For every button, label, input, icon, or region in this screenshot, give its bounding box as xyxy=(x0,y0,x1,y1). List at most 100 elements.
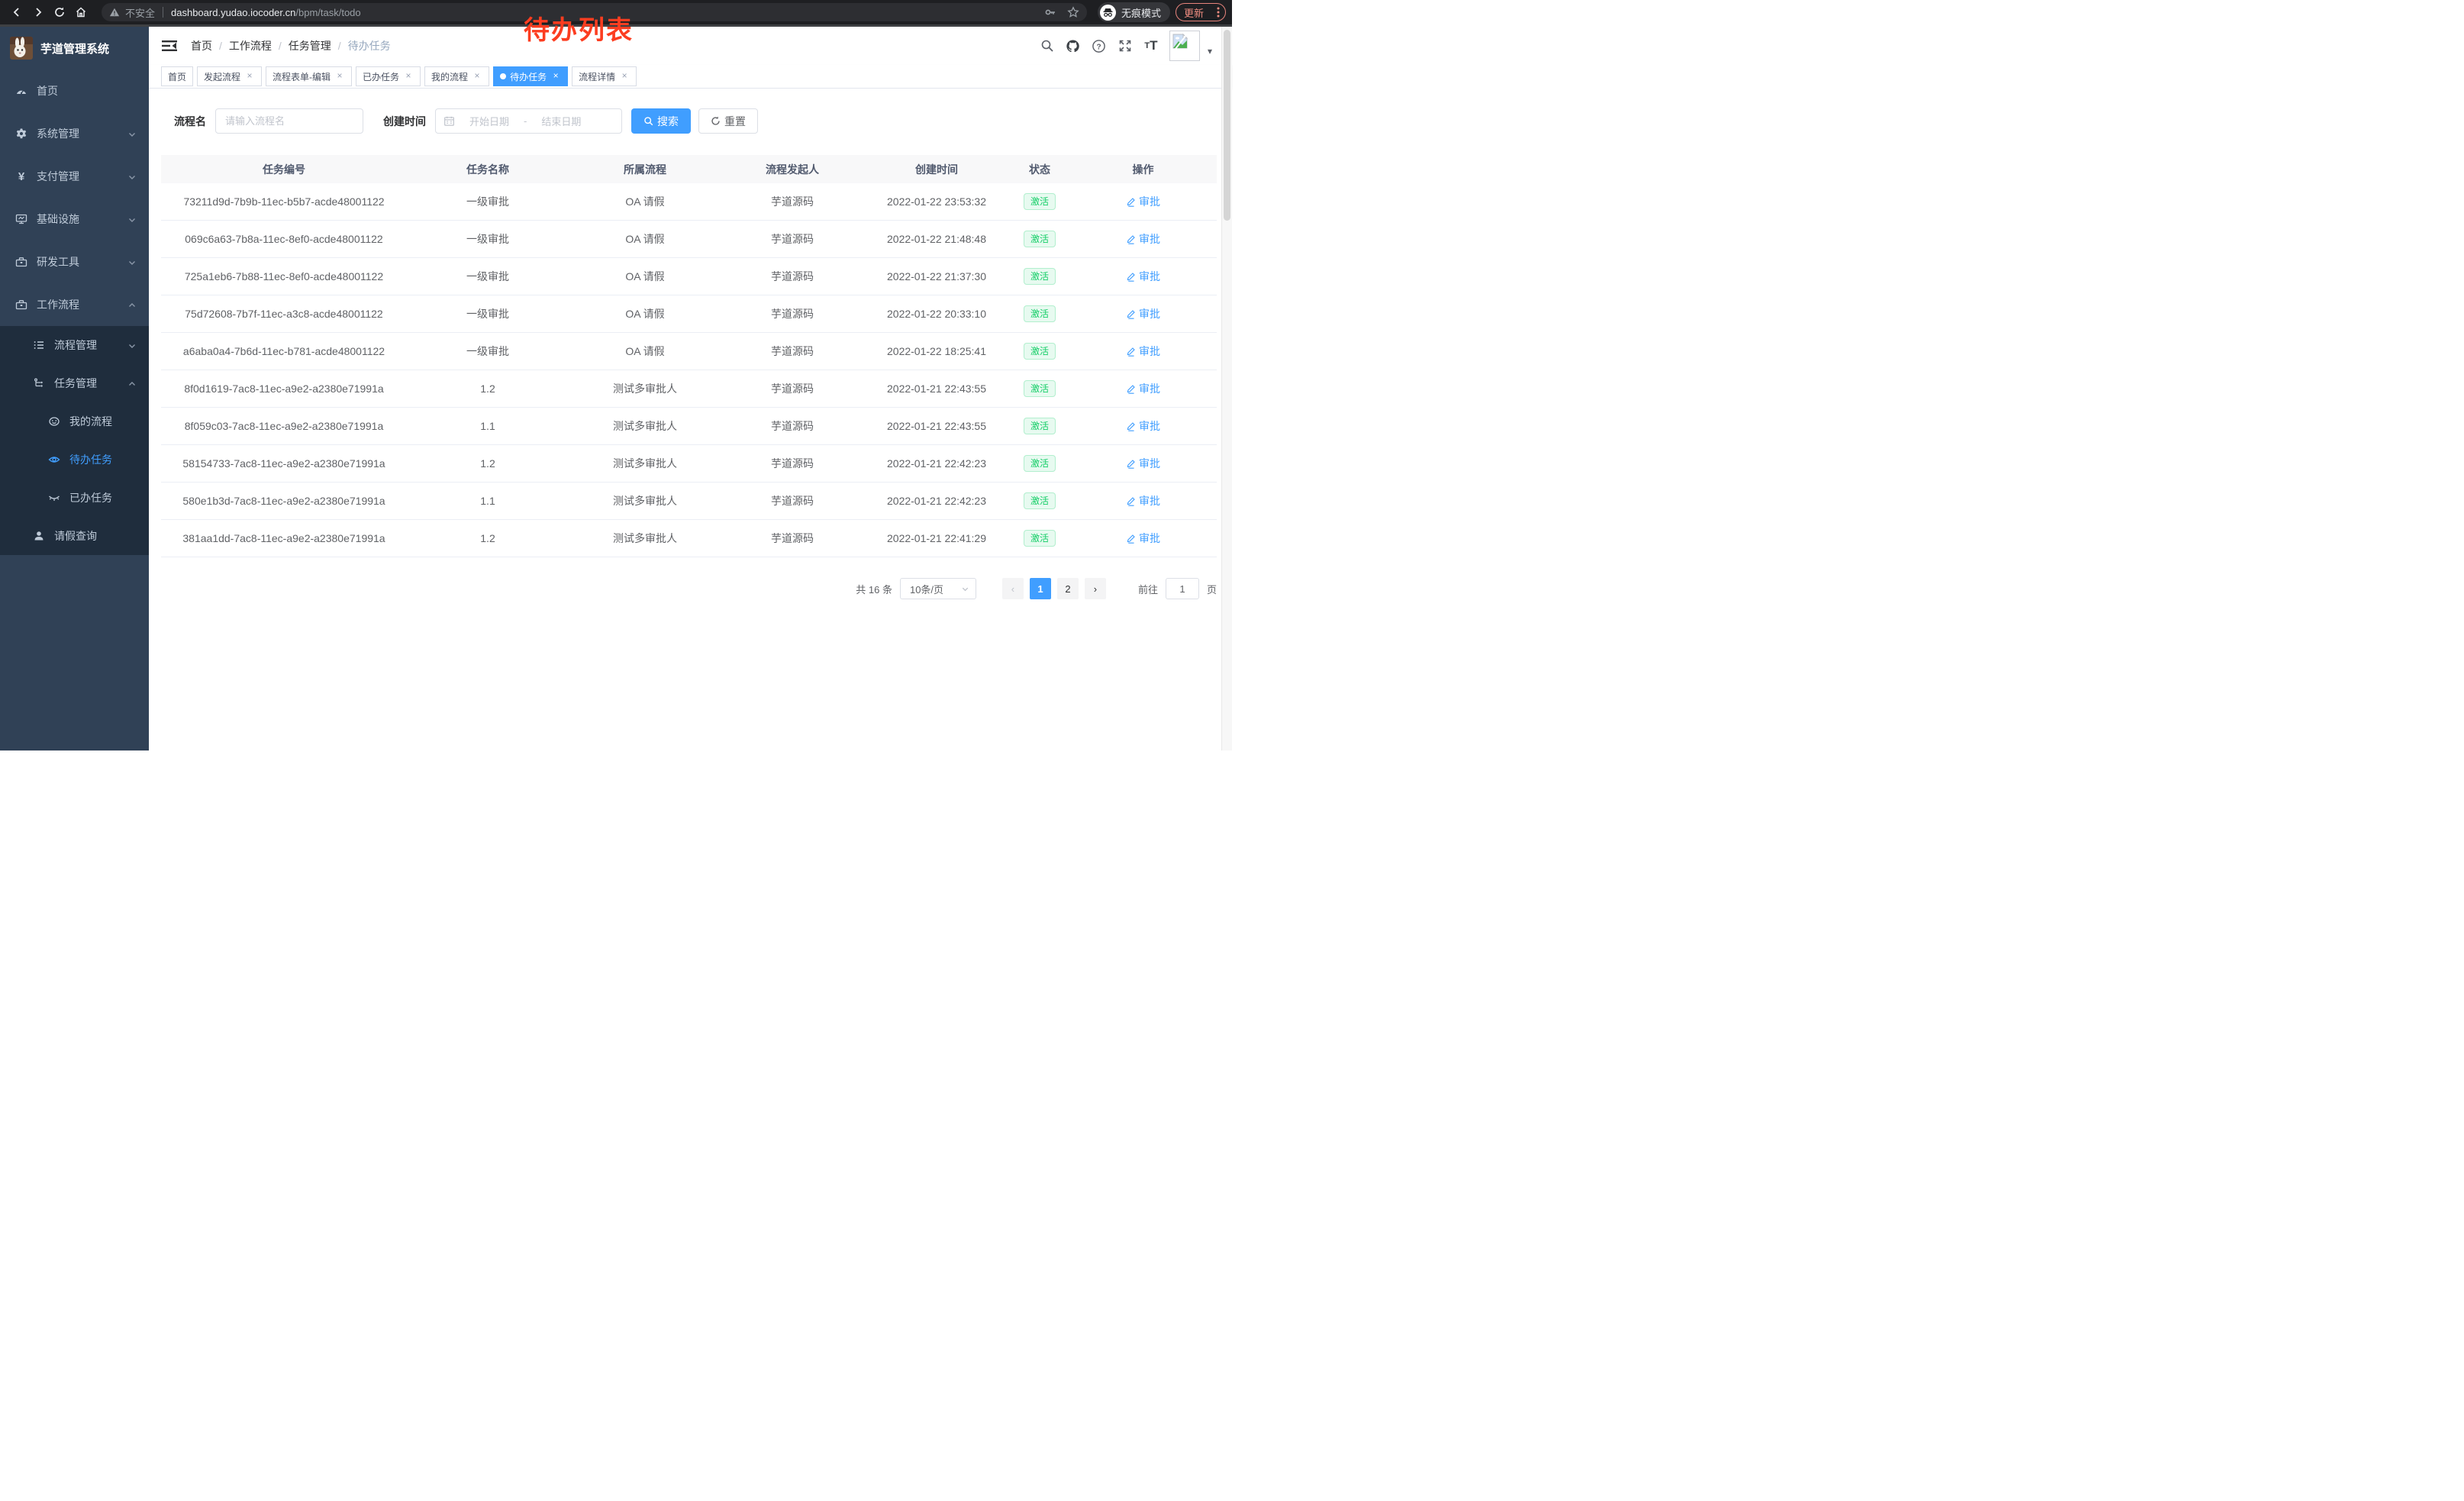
sidebar-item-system[interactable]: 系统管理 xyxy=(0,112,149,155)
broken-image-icon xyxy=(1172,33,1188,50)
breadcrumb-task-management[interactable]: 任务管理 xyxy=(289,38,331,53)
sidebar-item-leave-query[interactable]: 请假查询 xyxy=(0,517,149,555)
approve-link[interactable]: 审批 xyxy=(1126,381,1160,396)
status-cell: 激活 xyxy=(1010,483,1069,519)
search-button[interactable]: 搜索 xyxy=(631,108,691,134)
sidebar-item-task-management[interactable]: 任务管理 xyxy=(0,364,149,402)
approve-link[interactable]: 审批 xyxy=(1126,194,1160,209)
table-row: 069c6a63-7b8a-11ec-8ef0-acde48001122 一级审… xyxy=(161,221,1217,258)
tab[interactable]: 我的流程 × xyxy=(424,66,489,86)
starter-cell: 芋道源码 xyxy=(721,183,863,220)
goto-page-input[interactable] xyxy=(1166,578,1199,599)
close-icon[interactable]: × xyxy=(403,71,414,82)
status-cell: 激活 xyxy=(1010,370,1069,407)
table-row: a6aba0a4-7b6d-11ec-b781-acde48001122 一级审… xyxy=(161,333,1217,370)
process-name-input[interactable] xyxy=(215,108,363,134)
security-label: 不安全 xyxy=(125,5,155,20)
browser-home-button[interactable] xyxy=(70,2,92,23)
status-cell: 激活 xyxy=(1010,295,1069,332)
tab[interactable]: 待办任务 × xyxy=(493,66,568,86)
approve-link[interactable]: 审批 xyxy=(1126,231,1160,247)
close-icon[interactable]: × xyxy=(472,71,482,82)
sidebar-item-done-tasks[interactable]: 已办任务 xyxy=(0,479,149,517)
approve-link[interactable]: 审批 xyxy=(1126,456,1160,471)
approve-link[interactable]: 审批 xyxy=(1126,269,1160,284)
chevron-down-icon xyxy=(127,257,137,270)
tab[interactable]: 发起流程 × xyxy=(197,66,262,86)
date-range-picker[interactable]: 开始日期 - 结束日期 xyxy=(435,108,622,134)
approve-link[interactable]: 审批 xyxy=(1126,493,1160,508)
sidebar-item-infrastructure[interactable]: 基础设施 xyxy=(0,198,149,240)
tab[interactable]: 首页 xyxy=(161,66,193,86)
status-badge: 激活 xyxy=(1024,455,1056,472)
bookmark-star-icon[interactable] xyxy=(1067,6,1079,18)
fullscreen-icon[interactable] xyxy=(1118,38,1133,53)
col-header-create-time: 创建时间 xyxy=(863,155,1010,183)
scrollbar-thumb[interactable] xyxy=(1224,30,1230,221)
page-button[interactable]: 2 xyxy=(1057,578,1079,599)
browser-menu-icon[interactable] xyxy=(1217,6,1220,18)
table-row: 8f059c03-7ac8-11ec-a9e2-a2380e71991a 1.1… xyxy=(161,408,1217,445)
help-icon[interactable]: ? xyxy=(1092,38,1107,53)
breadcrumb-home[interactable]: 首页 xyxy=(191,38,212,53)
tab-label: 首页 xyxy=(168,70,186,83)
approve-link[interactable]: 审批 xyxy=(1126,531,1160,546)
close-icon[interactable]: × xyxy=(619,71,630,82)
approve-link[interactable]: 审批 xyxy=(1126,306,1160,321)
table-row: 725a1eb6-7b88-11ec-8ef0-acde48001122 一级审… xyxy=(161,258,1217,295)
reset-button[interactable]: 重置 xyxy=(698,108,758,134)
yen-icon: ¥ xyxy=(15,170,27,182)
chevron-down-icon xyxy=(127,129,137,141)
approve-link[interactable]: 审批 xyxy=(1126,344,1160,359)
browser-forward-button[interactable] xyxy=(27,2,49,23)
end-date-placeholder[interactable]: 结束日期 xyxy=(533,114,589,128)
status-cell: 激活 xyxy=(1010,183,1069,220)
page-size-select[interactable]: 10条/页 xyxy=(900,578,976,599)
edit-icon xyxy=(1126,459,1136,469)
page-scrollbar[interactable] xyxy=(1221,27,1232,750)
task-id-cell: 73211d9d-7b9b-11ec-b5b7-acde48001122 xyxy=(161,183,407,220)
sidebar-item-payment[interactable]: ¥ 支付管理 xyxy=(0,155,149,198)
create-time-cell: 2022-01-22 20:33:10 xyxy=(863,295,1010,332)
update-label: 更新 xyxy=(1184,5,1204,20)
close-icon[interactable]: × xyxy=(550,71,561,82)
app-logo-bar[interactable]: 芋道管理系统 xyxy=(0,27,149,69)
start-date-placeholder[interactable]: 开始日期 xyxy=(461,114,518,128)
close-icon[interactable]: × xyxy=(244,71,255,82)
browser-reload-button[interactable] xyxy=(49,2,70,23)
sidebar-item-label: 已办任务 xyxy=(69,490,112,505)
sidebar-item-todo-tasks[interactable]: 待办任务 xyxy=(0,441,149,479)
approve-link[interactable]: 审批 xyxy=(1126,418,1160,434)
github-icon[interactable] xyxy=(1066,38,1081,53)
sidebar-item-workflow[interactable]: 工作流程 xyxy=(0,283,149,326)
sidebar-item-my-process[interactable]: 我的流程 xyxy=(0,402,149,441)
create-time-cell: 2022-01-22 23:53:32 xyxy=(863,183,1010,220)
next-page-button[interactable]: › xyxy=(1085,578,1106,599)
chevron-down-icon xyxy=(127,341,137,353)
sidebar-item-dev-tools[interactable]: 研发工具 xyxy=(0,240,149,283)
tab[interactable]: 流程详情 × xyxy=(572,66,637,86)
process-name-label: 流程名 xyxy=(174,114,206,129)
sidebar-collapse-icon[interactable] xyxy=(161,38,178,53)
breadcrumb-workflow[interactable]: 工作流程 xyxy=(229,38,272,53)
avatar[interactable] xyxy=(1169,31,1200,61)
tasks-table: 任务编号 任务名称 所属流程 流程发起人 创建时间 状态 操作 73211d9d… xyxy=(161,155,1217,557)
eye-closed-icon xyxy=(48,492,60,504)
sidebar-item-process-management[interactable]: 流程管理 xyxy=(0,326,149,364)
tab[interactable]: 流程表单-编辑 × xyxy=(266,66,352,86)
browser-back-button[interactable] xyxy=(6,2,27,23)
task-name-cell: 1.1 xyxy=(407,408,569,444)
prev-page-button[interactable]: ‹ xyxy=(1002,578,1024,599)
tab[interactable]: 已办任务 × xyxy=(356,66,421,86)
chevron-down-icon[interactable]: ▾ xyxy=(1208,46,1212,56)
font-size-icon[interactable]: TT xyxy=(1143,38,1159,53)
search-icon[interactable] xyxy=(1040,38,1055,53)
page-button[interactable]: 1 xyxy=(1030,578,1051,599)
process-cell: OA 请假 xyxy=(569,183,721,220)
browser-update-button[interactable]: 更新 xyxy=(1176,3,1226,21)
status-badge: 激活 xyxy=(1024,343,1056,360)
close-icon[interactable]: × xyxy=(334,71,345,82)
sidebar-item-home[interactable]: 首页 xyxy=(0,69,149,112)
breadcrumb-current: 待办任务 xyxy=(348,38,391,53)
password-key-icon[interactable] xyxy=(1044,6,1056,18)
